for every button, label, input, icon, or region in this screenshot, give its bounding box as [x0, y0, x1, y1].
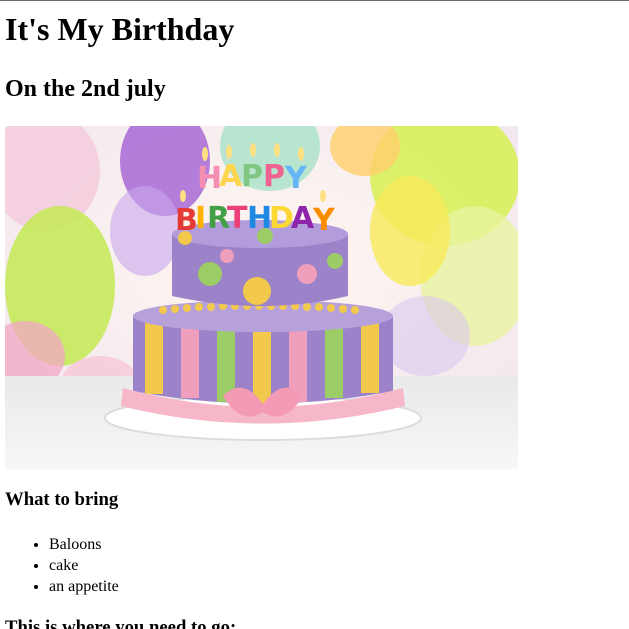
list-item: Baloons: [49, 534, 119, 555]
svg-text:P: P: [263, 159, 285, 194]
bring-list: Baloons cake an appetite: [49, 534, 119, 597]
svg-text:I: I: [195, 201, 206, 236]
svg-text:T: T: [227, 201, 248, 236]
list-item: an appetite: [49, 576, 119, 597]
svg-text:A: A: [291, 201, 315, 236]
where-to-go-heading: This is where you need to go:: [5, 617, 237, 629]
what-to-bring-heading: What to bring: [5, 489, 119, 510]
svg-text:P: P: [241, 159, 263, 194]
page-title: It's My Birthday: [5, 11, 235, 47]
svg-text:Y: Y: [312, 203, 336, 238]
svg-text:A: A: [219, 159, 243, 194]
page-subtitle: On the 2nd july: [5, 76, 166, 102]
list-item: cake: [49, 555, 119, 576]
svg-text:Y: Y: [284, 161, 308, 196]
birthday-cake-image: H A P P Y B I R T H D A Y: [5, 126, 518, 469]
